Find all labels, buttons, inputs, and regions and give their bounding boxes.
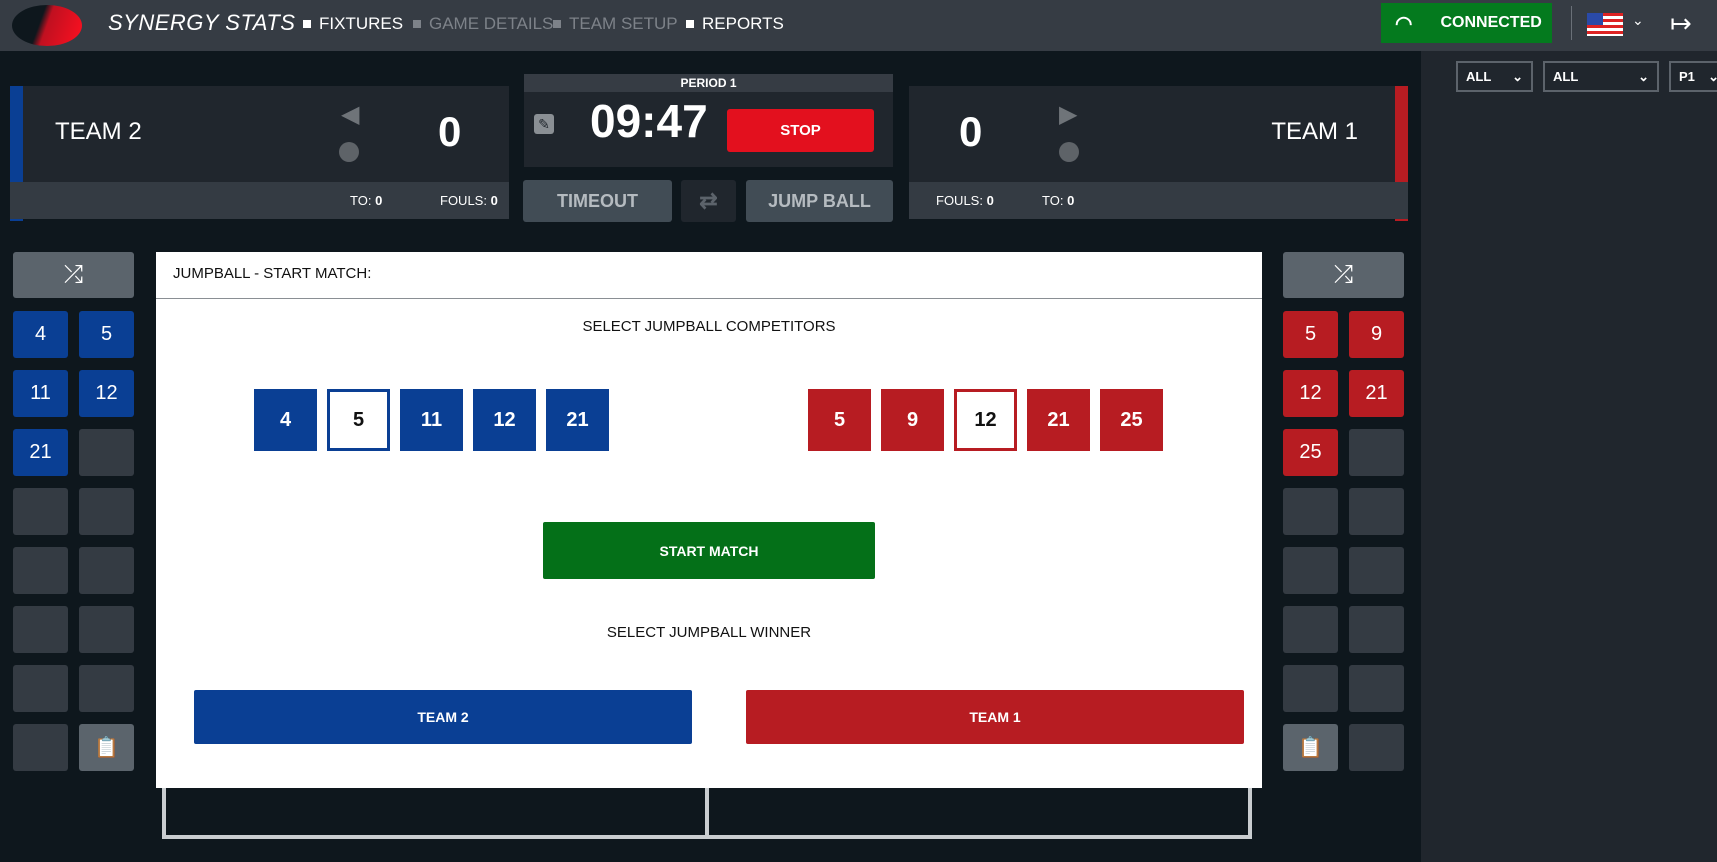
shuffle-icon[interactable]: ⤮ (1283, 252, 1404, 298)
divider (1571, 6, 1572, 40)
empty-player-slot (1349, 488, 1404, 535)
timeouts: TO: 0 (350, 193, 383, 208)
nav-game-details: GAME DETAILS (413, 14, 553, 34)
competitor-tile[interactable]: 4 (254, 389, 317, 451)
player-tile[interactable]: 4 (13, 311, 68, 358)
empty-player-slot (1283, 488, 1338, 535)
winner-team-left-button[interactable]: TEAM 2 (194, 690, 692, 744)
empty-player-slot (1283, 547, 1338, 594)
roster-icon[interactable]: 📋 (1283, 724, 1338, 771)
competitor-tile[interactable]: 21 (1027, 389, 1090, 451)
possession-arrow-right-icon[interactable]: ▶ (1059, 100, 1077, 129)
nav-fixtures[interactable]: FIXTURES (303, 14, 403, 34)
competitor-tile[interactable]: 5 (808, 389, 871, 451)
app-title: SYNERGY STATS (108, 10, 296, 35)
player-tile[interactable]: 9 (1349, 311, 1404, 358)
fouls: FOULS: 0 (440, 193, 498, 208)
filter-select-2[interactable]: ALL ⌄ (1543, 61, 1659, 92)
competitor-tile[interactable]: 12 (954, 389, 1017, 451)
timeouts: TO: 0 (1042, 193, 1075, 208)
team-name: TEAM 1 (1271, 118, 1358, 145)
logout-icon[interactable]: ↦ (1670, 8, 1692, 39)
game-clock: 09:47 (590, 95, 708, 147)
player-tile[interactable]: 12 (79, 370, 134, 417)
stop-button[interactable]: STOP (727, 109, 874, 152)
period-select[interactable]: P1 ⌄ (1669, 61, 1717, 92)
game-clock-panel: PERIOD 1 ✎ 09:47 STOP (524, 74, 893, 167)
player-tile[interactable]: 5 (79, 311, 134, 358)
roster-icon[interactable]: 📋 (79, 724, 134, 771)
basketball-icon[interactable] (1059, 142, 1079, 162)
empty-player-slot (13, 724, 68, 771)
competitor-tile[interactable]: 25 (1100, 389, 1163, 451)
player-tile[interactable]: 25 (1283, 429, 1338, 476)
winner-team-right-button[interactable]: TEAM 1 (746, 690, 1244, 744)
empty-player-slot (79, 665, 134, 712)
empty-player-slot (1349, 606, 1404, 653)
empty-player-slot (1349, 724, 1404, 771)
court-midline (705, 785, 709, 839)
edit-icon[interactable]: ✎ (534, 114, 554, 134)
empty-player-slot (13, 547, 68, 594)
shuffle-icon[interactable]: ⤮ (13, 252, 134, 298)
competitor-tile[interactable]: 21 (546, 389, 609, 451)
empty-player-slot (79, 429, 134, 476)
jump-ball-button[interactable]: JUMP BALL (746, 180, 893, 222)
competitors-label: SELECT JUMPBALL COMPETITORS (582, 318, 836, 335)
start-match-button[interactable]: START MATCH (543, 522, 875, 579)
wifi-icon: ◠ (1395, 12, 1413, 35)
empty-player-slot (79, 606, 134, 653)
player-tile[interactable]: 21 (13, 429, 68, 476)
team-right-panel: TEAM 1 ▶ 0 FOULS: 0 TO: 0 (909, 86, 1408, 221)
empty-player-slot (13, 606, 68, 653)
timeout-button[interactable]: TIMEOUT (523, 180, 672, 222)
period-label: PERIOD 1 (524, 74, 893, 92)
jumpball-modal: JUMPBALL - START MATCH: SELECT JUMPBALL … (156, 252, 1262, 788)
empty-player-slot (79, 488, 134, 535)
competitor-tile[interactable]: 11 (400, 389, 463, 451)
player-tile[interactable]: 5 (1283, 311, 1338, 358)
team-score: 0 (959, 108, 983, 155)
empty-player-slot (79, 547, 134, 594)
empty-player-slot (1283, 665, 1338, 712)
us-flag-icon[interactable] (1587, 13, 1623, 36)
chevron-down-icon[interactable]: ⌄ (1632, 12, 1644, 29)
left-roster-grid: ⤮ 4 5 11 12 21 📋 (13, 252, 134, 832)
empty-player-slot (1349, 665, 1404, 712)
player-tile[interactable]: 21 (1349, 370, 1404, 417)
filter-select-1[interactable]: ALL ⌄ (1456, 61, 1533, 92)
modal-title: JUMPBALL - START MATCH: (156, 252, 1262, 299)
player-tile[interactable]: 12 (1283, 370, 1338, 417)
empty-player-slot (1283, 606, 1338, 653)
empty-player-slot (1349, 429, 1404, 476)
logo (12, 5, 82, 46)
team-left-panel: TEAM 2 ◀ 0 TO: 0 FOULS: 0 (10, 86, 509, 221)
right-panel (1421, 51, 1717, 862)
possession-arrow-left-icon[interactable]: ◀ (341, 100, 359, 129)
empty-player-slot (13, 488, 68, 535)
connection-status: ◠ CONNECTED (1381, 3, 1552, 43)
nav-team-setup: TEAM SETUP (553, 14, 678, 34)
empty-player-slot (13, 665, 68, 712)
basketball-icon[interactable] (339, 142, 359, 162)
competitor-tile[interactable]: 9 (881, 389, 944, 451)
competitor-tile[interactable]: 12 (473, 389, 536, 451)
team-score: 0 (438, 108, 462, 155)
fouls: FOULS: 0 (936, 193, 994, 208)
competitor-tile[interactable]: 5 (327, 389, 390, 451)
empty-player-slot (1349, 547, 1404, 594)
team-name: TEAM 2 (55, 118, 142, 145)
player-tile[interactable]: 11 (13, 370, 68, 417)
swap-icon[interactable]: ⇄ (681, 180, 736, 222)
nav-reports[interactable]: REPORTS (686, 14, 784, 34)
winner-label: SELECT JUMPBALL WINNER (606, 624, 812, 641)
right-roster-grid: ⤮ 5 9 12 21 25 📋 (1283, 252, 1404, 832)
top-header: SYNERGY STATS FIXTURES GAME DETAILS TEAM… (0, 0, 1717, 51)
